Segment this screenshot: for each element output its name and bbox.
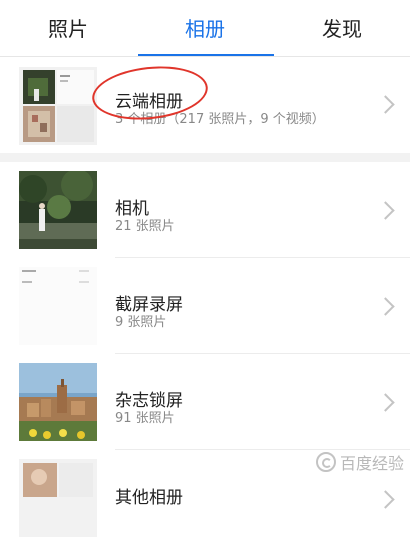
album-row-magazine-lockscreen[interactable]: 杂志锁屏 91 张照片 xyxy=(0,354,410,450)
chevron-right-icon xyxy=(376,297,395,316)
cloud-album-thumbnail xyxy=(19,67,97,145)
camera-photo-icon xyxy=(19,171,97,249)
landscape-photo-icon xyxy=(19,363,97,441)
chevron-right-icon xyxy=(376,95,395,114)
watermark-text: 百度经验 xyxy=(339,454,404,473)
screenshot-preview-icon xyxy=(19,267,97,345)
tab-albums[interactable]: 相册 xyxy=(137,0,273,56)
chevron-right-icon xyxy=(376,201,395,220)
album-row-screenshots[interactable]: 截屏录屏 9 张照片 xyxy=(0,258,410,354)
screenshots-album-thumbnail xyxy=(19,267,97,345)
watermark: 百度经验 xyxy=(315,450,404,474)
section-gap xyxy=(0,153,410,162)
album-subtitle: 9 张照片 xyxy=(115,315,167,330)
album-row-camera[interactable]: 相机 21 张照片 xyxy=(0,162,410,258)
album-row-cloud[interactable]: 云端相册 3 个相册（217 张照片，9 个视频） xyxy=(0,57,410,153)
album-subtitle: 91 张照片 xyxy=(115,411,175,426)
other-album-thumbnail xyxy=(19,459,97,537)
other-album-collage-icon xyxy=(19,459,97,537)
tab-photos[interactable]: 照片 xyxy=(0,0,136,56)
album-subtitle: 21 张照片 xyxy=(115,219,175,234)
watermark-logo-icon xyxy=(315,452,336,472)
tab-discover[interactable]: 发现 xyxy=(274,0,410,56)
top-tab-bar: 照片 相册 发现 xyxy=(0,0,410,56)
camera-album-thumbnail xyxy=(19,171,97,249)
chevron-right-icon xyxy=(376,393,395,412)
album-title: 其他相册 xyxy=(115,488,183,508)
cloud-album-collage-icon xyxy=(19,67,97,145)
magazine-album-thumbnail xyxy=(19,363,97,441)
